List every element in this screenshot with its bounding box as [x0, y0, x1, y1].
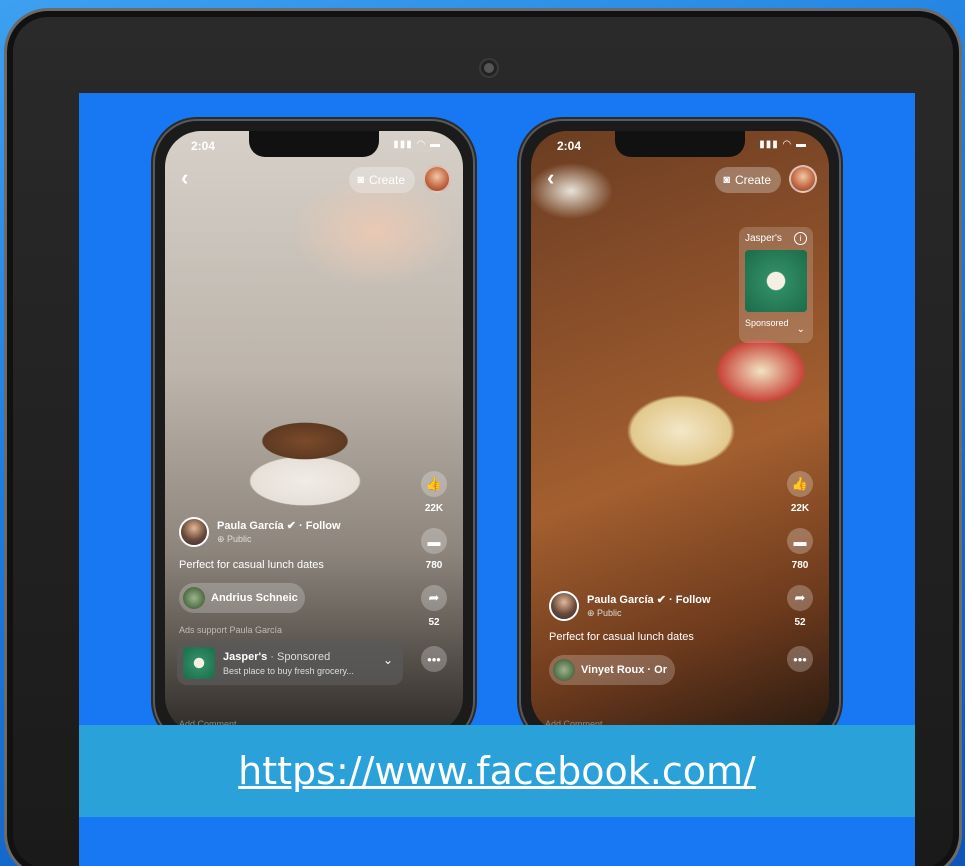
globe-icon: ⊕	[217, 534, 228, 544]
sponsored-ad-card[interactable]: Jasper's · Sponsored Best place to buy f…	[177, 641, 403, 685]
author-name[interactable]: Paula García	[587, 594, 654, 606]
author-line: Paula García ✔ · Follow	[217, 519, 341, 532]
follow-link[interactable]: · Follow	[669, 594, 711, 606]
chevron-down-icon[interactable]: ⌄	[383, 653, 393, 667]
phone-right: 2:04 ▮▮▮ ◠ ▬ ‹ ◙ Create Jasper's i Spons…	[519, 119, 841, 745]
ad-title: Jasper's · Sponsored	[223, 651, 354, 663]
comment-count: 780	[425, 560, 443, 571]
comment-icon[interactable]: ▬	[421, 528, 447, 554]
comment-count: 780	[791, 560, 809, 571]
ads-support-note: Ads support Paula García	[179, 625, 283, 635]
reel-actions: 👍 22K ▬ 780 ➦ 52 •••	[783, 471, 817, 672]
create-label: Create	[368, 173, 405, 187]
camera-icon: ◙	[723, 174, 730, 186]
tablet-screen: 2:04 ▮▮▮ ◠ ▬ ‹ ◙ Create 👍 22K ▬ 780 ➦ 52…	[79, 93, 915, 866]
front-camera	[481, 60, 497, 76]
reel-video-cake[interactable]: 2:04 ▮▮▮ ◠ ▬ ‹ ◙ Create 👍 22K ▬ 780 ➦ 52…	[165, 131, 463, 733]
create-button[interactable]: ◙ Create	[715, 167, 781, 193]
music-thumbnail	[183, 587, 205, 609]
back-arrow-icon[interactable]: ‹	[181, 165, 188, 191]
music-pill[interactable]: Vinyet Roux · Or	[549, 655, 675, 685]
status-time: 2:04	[191, 139, 216, 153]
info-icon[interactable]: i	[794, 232, 807, 245]
sponsored-overlay-card[interactable]: Jasper's i Sponsored ⌄	[739, 227, 813, 343]
chevron-down-icon[interactable]: ⌄	[797, 324, 805, 335]
visibility-line: ⊕ Public	[587, 608, 711, 619]
phone-left: 2:04 ▮▮▮ ◠ ▬ ‹ ◙ Create 👍 22K ▬ 780 ➦ 52…	[153, 119, 475, 745]
verified-icon: ✔	[656, 594, 669, 606]
ad-sponsored: · Sponsored	[270, 650, 331, 663]
create-label: Create	[734, 173, 771, 187]
share-count: 52	[794, 617, 806, 628]
author-name[interactable]: Paula García	[217, 520, 284, 532]
reel-actions: 👍 22K ▬ 780 ➦ 52 •••	[417, 471, 451, 672]
url-banner: https://www.facebook.com/	[79, 725, 915, 817]
author-avatar[interactable]	[549, 591, 579, 621]
author-avatar[interactable]	[179, 517, 209, 547]
like-count: 22K	[790, 503, 810, 514]
create-button[interactable]: ◙ Create	[349, 167, 415, 193]
music-label: Vinyet Roux · Or	[581, 664, 667, 676]
more-options-icon[interactable]: •••	[421, 646, 447, 672]
music-pill[interactable]: Andrius Schneic	[179, 583, 305, 613]
camera-icon: ◙	[357, 174, 364, 186]
visibility-line: ⊕ Public	[217, 534, 341, 545]
reel-caption: Perfect for casual lunch dates	[549, 631, 694, 643]
reel-video-apples[interactable]: 2:04 ▮▮▮ ◠ ▬ ‹ ◙ Create Jasper's i Spons…	[531, 131, 829, 733]
profile-avatar[interactable]	[423, 165, 451, 193]
phone-notch	[249, 131, 379, 157]
globe-icon: ⊕	[587, 608, 598, 618]
sponsored-thumbnail	[745, 250, 807, 312]
like-icon[interactable]: 👍	[787, 471, 813, 497]
ad-description: Best place to buy fresh grocery...	[223, 665, 354, 676]
verified-icon: ✔	[286, 520, 299, 532]
more-options-icon[interactable]: •••	[787, 646, 813, 672]
like-icon[interactable]: 👍	[421, 471, 447, 497]
author-row: Paula García ✔ · Follow ⊕ Public	[549, 591, 711, 621]
music-label: Andrius Schneic	[211, 592, 298, 604]
status-time: 2:04	[557, 139, 582, 153]
ad-brand: Jasper's	[223, 650, 268, 663]
profile-avatar[interactable]	[789, 165, 817, 193]
music-thumbnail	[553, 659, 575, 681]
author-row: Paula García ✔ · Follow ⊕ Public	[179, 517, 341, 547]
follow-link[interactable]: · Follow	[299, 520, 341, 532]
back-arrow-icon[interactable]: ‹	[547, 165, 554, 191]
like-count: 22K	[424, 503, 444, 514]
phone-notch	[615, 131, 745, 157]
tablet-frame: 2:04 ▮▮▮ ◠ ▬ ‹ ◙ Create 👍 22K ▬ 780 ➦ 52…	[4, 8, 962, 866]
share-icon[interactable]: ➦	[421, 585, 447, 611]
share-count: 52	[428, 617, 440, 628]
facebook-url-link[interactable]: https://www.facebook.com/	[238, 749, 756, 793]
visibility-label: Public	[597, 608, 622, 618]
ad-thumbnail	[183, 647, 215, 679]
comment-icon[interactable]: ▬	[787, 528, 813, 554]
reel-caption: Perfect for casual lunch dates	[179, 559, 324, 571]
author-line: Paula García ✔ · Follow	[587, 593, 711, 606]
signal-wifi-battery-icon: ▮▮▮ ◠ ▬	[393, 139, 441, 150]
signal-wifi-battery-icon: ▮▮▮ ◠ ▬	[759, 139, 807, 150]
visibility-label: Public	[227, 534, 252, 544]
share-icon[interactable]: ➦	[787, 585, 813, 611]
